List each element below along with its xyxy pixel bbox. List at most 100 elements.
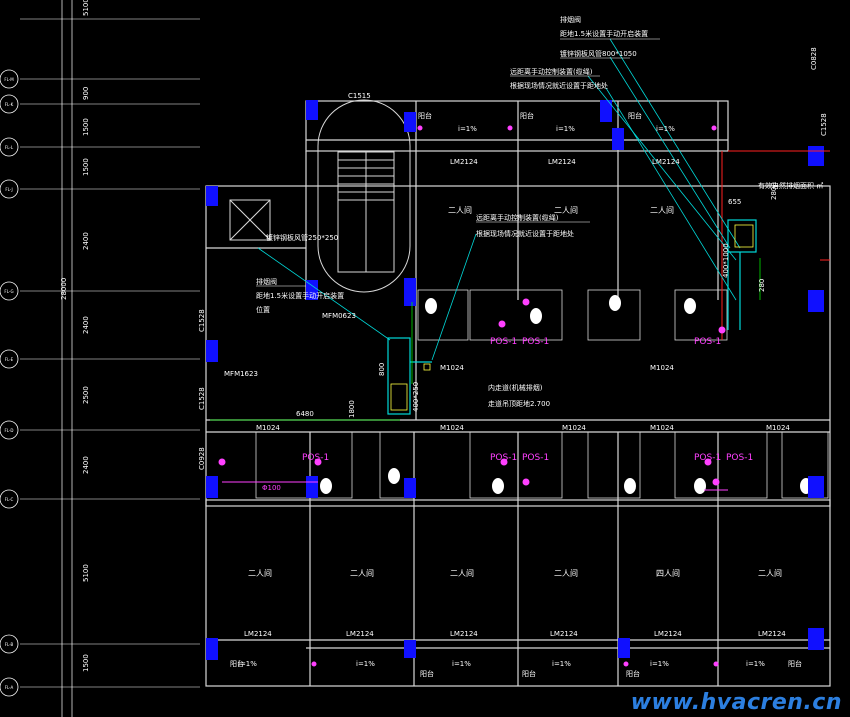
room-label: 二人间 (350, 569, 374, 578)
balcony-label: 阳台 (420, 669, 434, 678)
slope-label: i=1% (556, 125, 575, 133)
axis-tag: FL-L (5, 145, 14, 150)
door-label: LM2124 (652, 158, 680, 166)
window-label: C0828 (810, 47, 818, 70)
slope-label: i=1% (452, 660, 471, 668)
axis-tag: FL-M (4, 77, 14, 82)
dim-label: 1800 (348, 400, 356, 418)
window-label: C0928 (198, 447, 206, 470)
note-top: 镀锌钢板风管800*1050 (560, 49, 637, 58)
room-label: 四人间 (656, 569, 680, 578)
dim-label: 800 (378, 363, 386, 376)
left-dim: 2500 (82, 386, 90, 404)
balcony-label: 阳台 (788, 659, 802, 668)
window-label: C1528 (198, 309, 206, 332)
left-dim: 5100 (82, 564, 90, 582)
door-label: MFM0623 (322, 312, 356, 320)
door-label: LM2124 (450, 630, 478, 638)
note-top: 根据现场情况就近设置于距地处 (510, 81, 608, 90)
note-mid: 根据现场情况就近设置于距地处 (476, 229, 574, 238)
axis-tag: FL-D (5, 428, 14, 433)
door-label: LM2124 (550, 630, 578, 638)
axis-tag: FL-A (5, 685, 14, 690)
pos-label: POS-1 (522, 453, 549, 463)
pos-label: POS-1 (694, 453, 721, 463)
duct-size-label: 400*1000 (722, 243, 730, 278)
pos-label: POS-1 (726, 453, 753, 463)
stairwell (229, 99, 411, 293)
door-label: LM2124 (548, 158, 576, 166)
left-dim: 1500 (82, 654, 90, 672)
window-label: C1528 (820, 113, 828, 136)
door-label: LM2124 (450, 158, 478, 166)
corridor-label: 内走道(机械排烟) (488, 383, 543, 392)
note-left: 排烟阀 (256, 277, 277, 286)
left-dim: 1500 (82, 118, 90, 136)
axis-tag: FL-J (5, 187, 12, 192)
left-dim: 2400 (82, 232, 90, 250)
door-label: LM2124 (244, 630, 272, 638)
slope-label: i=1% (238, 660, 257, 668)
slope-label: i=1% (650, 660, 669, 668)
bathrooms (255, 289, 829, 499)
door-label: LM2124 (654, 630, 682, 638)
axis-lines (61, 0, 73, 717)
green-dims (210, 258, 761, 421)
pos-label: POS-1 (490, 453, 517, 463)
building-walls (205, 100, 831, 687)
note-left: 镀锌钢板风管250*250 (266, 233, 338, 242)
note-top: 远距离手动控制装置(缆绳) (510, 67, 593, 76)
pos-label: POS-1 (694, 337, 721, 347)
door-label: M1024 (440, 424, 464, 432)
total-dim: 28000 (60, 278, 68, 300)
door-label: M1024 (256, 424, 280, 432)
note-left: 距地1.5米设置手动开启装置 (256, 291, 344, 300)
door-label: M1024 (650, 364, 674, 372)
balcony-label: 阳台 (628, 111, 642, 120)
note-mid: 远距离手动控制装置(缆绳) (476, 213, 559, 222)
slope-label: i=1% (746, 660, 765, 668)
smoke-duct (387, 219, 757, 415)
note-top: 排烟阀 (560, 15, 581, 24)
pos-label: POS-1 (522, 337, 549, 347)
axis-tick-lines (20, 18, 200, 688)
axis-tag: FL-C (5, 497, 14, 502)
slope-label: i=1% (356, 660, 375, 668)
slope-label: i=1% (656, 125, 675, 133)
cad-floor-plan: FL-M FL-K FL-L FL-J FL-G FL-E FL-D FL-C … (0, 0, 831, 717)
door-label: M1024 (440, 364, 464, 372)
door-label: LM2124 (346, 630, 374, 638)
left-dim: 1500 (82, 158, 90, 176)
room-label: 二人间 (448, 206, 472, 215)
note-left: 位置 (256, 305, 270, 314)
dim-label: 280 (758, 279, 766, 292)
axis-tag: FL-B (5, 642, 14, 647)
slope-label: i=1% (552, 660, 571, 668)
site-watermark: www.hvacren.cn (630, 690, 842, 715)
left-dim: 2400 (82, 456, 90, 474)
balcony-label: 阳台 (522, 669, 536, 678)
pos-label: POS-1 (490, 337, 517, 347)
balcony-label: 阳台 (626, 669, 640, 678)
duct-size-label: 400*250 (412, 382, 420, 412)
axis-tag: FL-E (5, 357, 14, 362)
door-label: M1024 (562, 424, 586, 432)
door-label: M1024 (650, 424, 674, 432)
axis-tag: FL-G (4, 289, 13, 294)
window-label: C1515 (348, 92, 371, 100)
grilles (390, 224, 754, 411)
room-label: 二人间 (554, 569, 578, 578)
axis-tag: FL-K (5, 102, 14, 107)
corridor-label: 走道吊顶距地2.700 (488, 399, 550, 408)
pipe-size-label: Φ100 (262, 484, 281, 492)
window-label: C1528 (198, 387, 206, 410)
note-top: 距地1.5米设置手动开启装置 (560, 29, 648, 38)
slope-label: i=1% (458, 125, 477, 133)
left-dim: 2400 (82, 316, 90, 334)
door-label: LM2124 (758, 630, 786, 638)
room-label: 二人间 (450, 569, 474, 578)
left-dim: 900 (82, 87, 90, 100)
room-label: 二人间 (248, 569, 272, 578)
left-dim: 5100 (82, 0, 90, 16)
room-label: 二人间 (650, 206, 674, 215)
